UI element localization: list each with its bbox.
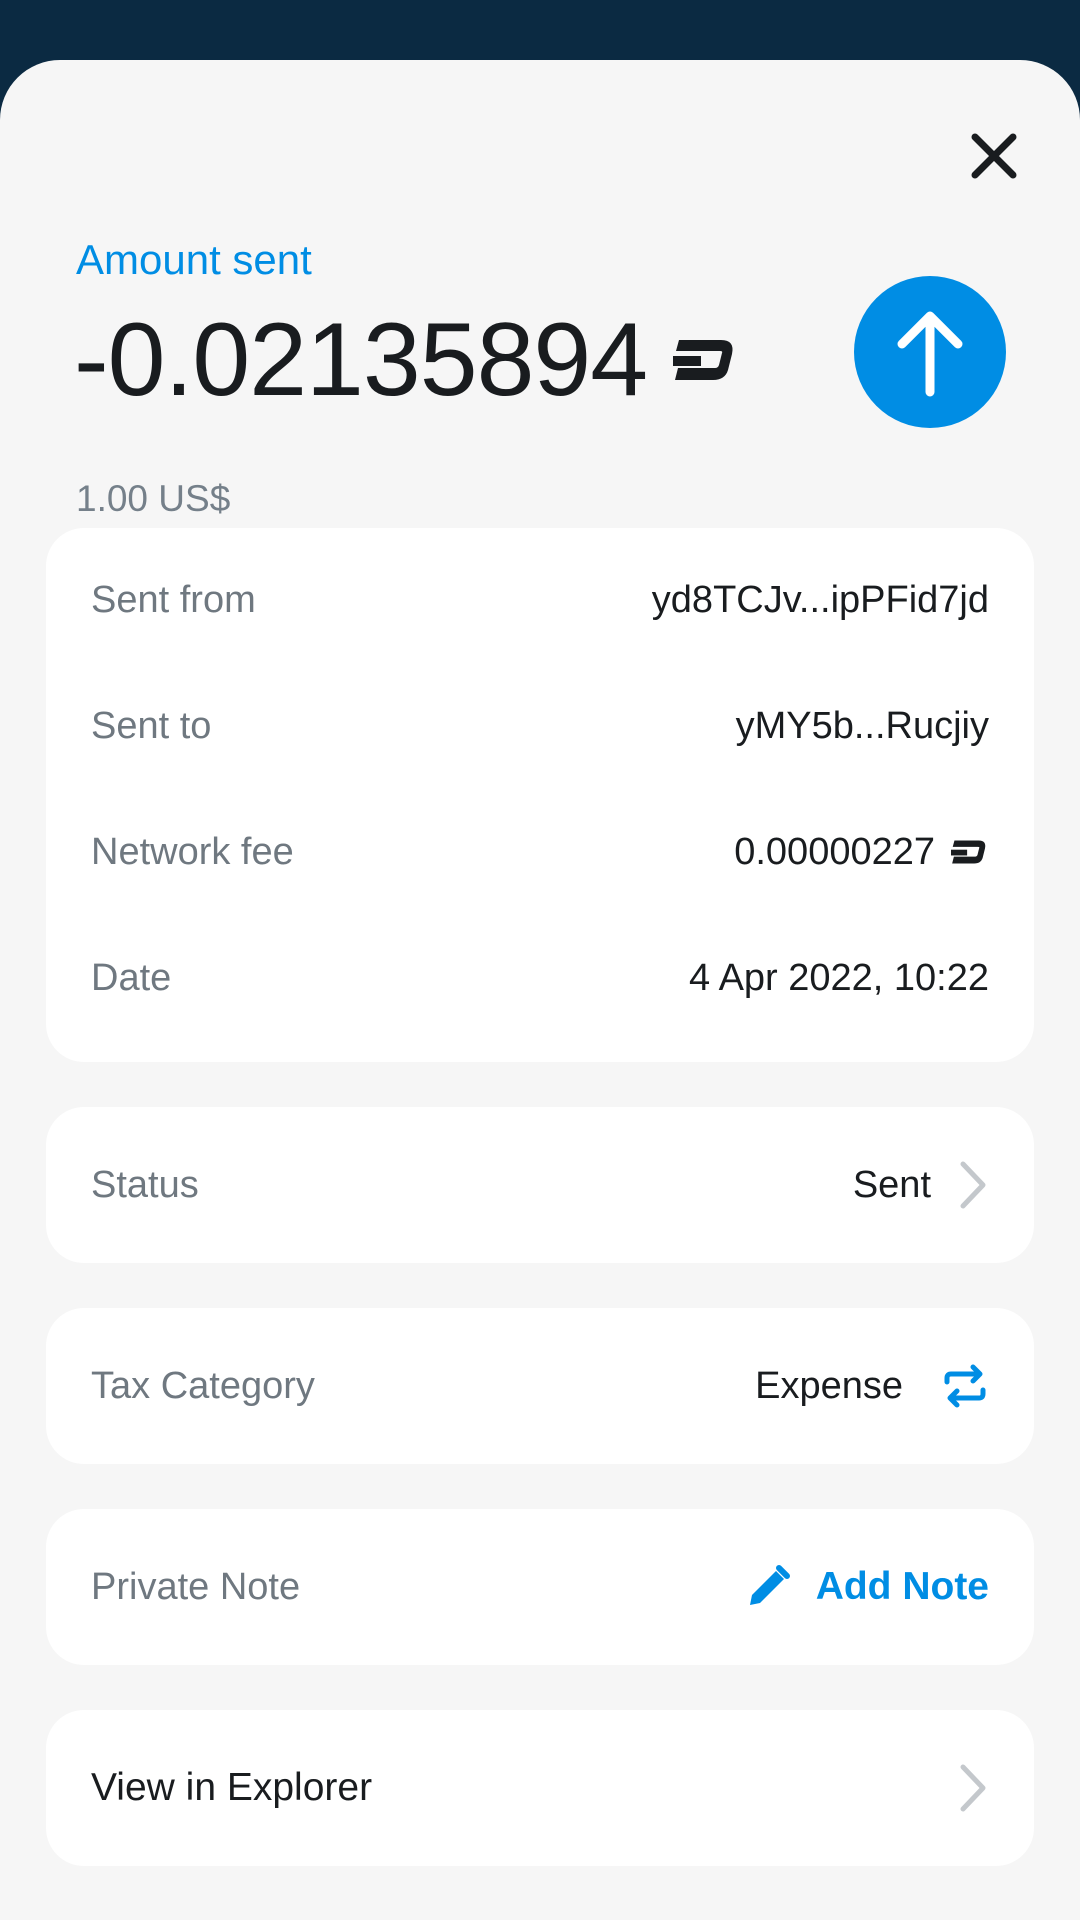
chevron-right-icon xyxy=(960,1764,986,1812)
amount-row: -0.02135894 xyxy=(74,300,739,420)
sent-from-value[interactable]: yd8TCJv...ipPFid7jd xyxy=(652,579,989,622)
sent-from-label: Sent from xyxy=(91,578,256,621)
private-note-row: Private Note Add Note xyxy=(91,1509,989,1665)
tax-category-value: Expense xyxy=(755,1364,903,1407)
network-fee-value: 0.00000227 xyxy=(734,830,935,873)
close-icon xyxy=(971,133,1017,179)
network-fee-row: Network fee 0.00000227 xyxy=(91,816,989,888)
sent-to-label: Sent to xyxy=(91,704,212,747)
amount-label: Amount sent xyxy=(76,236,312,283)
private-note-card: Private Note Add Note xyxy=(46,1509,1034,1665)
network-fee-label: Network fee xyxy=(91,830,294,873)
amount-value: -0.02135894 xyxy=(74,302,648,418)
sent-to-row: Sent to yMY5b...Rucjiy xyxy=(91,690,989,762)
dash-icon xyxy=(673,340,733,380)
private-note-label: Private Note xyxy=(91,1565,301,1608)
date-row: Date 4 Apr 2022, 10:22 xyxy=(91,942,989,1014)
tax-category-value-wrap: Expense xyxy=(755,1364,989,1408)
close-button[interactable] xyxy=(958,120,1030,192)
sent-from-row: Sent from yd8TCJv...ipPFid7jd xyxy=(91,564,989,636)
date-value: 4 Apr 2022, 10:22 xyxy=(688,956,989,999)
sent-direction-badge xyxy=(854,276,1006,428)
chevron-right-icon xyxy=(960,1161,986,1209)
fiat-value: 1.00 US$ xyxy=(76,478,231,519)
arrow-up-icon xyxy=(897,311,963,397)
transaction-details-sheet: Amount sent -0.02135894 1.00 US$ Sent fr… xyxy=(0,60,1080,1920)
view-in-explorer-card[interactable]: View in Explorer xyxy=(46,1710,1034,1866)
add-note-button[interactable]: Add Note xyxy=(746,1565,989,1609)
sent-to-value[interactable]: yMY5b...Rucjiy xyxy=(736,705,989,748)
status-row[interactable]: Status Sent xyxy=(91,1107,989,1263)
view-in-explorer-row[interactable]: View in Explorer xyxy=(91,1710,989,1866)
status-card[interactable]: Status Sent xyxy=(46,1107,1034,1263)
add-note-label: Add Note xyxy=(815,1565,989,1608)
status-value: Sent xyxy=(852,1163,931,1206)
details-card: Sent from yd8TCJv...ipPFid7jd Sent to yM… xyxy=(46,528,1034,1062)
tax-category-row[interactable]: Tax Category Expense xyxy=(91,1308,989,1464)
view-in-explorer-label: View in Explorer xyxy=(91,1766,373,1809)
tax-category-card[interactable]: Tax Category Expense xyxy=(46,1308,1034,1464)
pencil-icon xyxy=(749,1565,790,1605)
swap-icon[interactable] xyxy=(941,1364,989,1408)
tax-category-label: Tax Category xyxy=(91,1364,315,1407)
status-value-wrap: Sent xyxy=(853,1160,989,1210)
status-label: Status xyxy=(91,1163,199,1206)
dash-icon xyxy=(951,840,986,864)
date-label: Date xyxy=(91,956,172,999)
network-fee-value-wrap: 0.00000227 xyxy=(734,831,989,874)
